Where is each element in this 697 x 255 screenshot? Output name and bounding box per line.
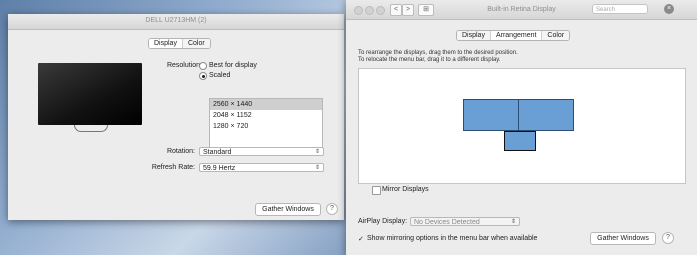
airplay-label: AirPlay Display: — [358, 218, 408, 225]
instruction-text: To relocate the menu bar, drag it to a d… — [358, 57, 501, 63]
resolution-item[interactable]: 2560 × 1440 — [210, 99, 322, 110]
window-title: DELL U2713HM (2) — [145, 17, 207, 24]
display-preferences-window-retina: < > ⊞ Built-in Retina Display Search × D… — [346, 0, 697, 255]
titlebar[interactable]: DELL U2713HM (2) — [8, 14, 344, 30]
clear-icon[interactable]: × — [664, 4, 674, 14]
monitor-stand — [74, 125, 108, 132]
scaled-label: Scaled — [209, 72, 231, 79]
display-thumbnail-right[interactable] — [518, 99, 574, 131]
help-button[interactable]: ? — [662, 232, 674, 244]
tab-arrangement[interactable]: Arrangement — [489, 31, 542, 40]
arrangement-area — [358, 68, 686, 184]
search-input[interactable]: Search — [592, 4, 648, 14]
rotation-label: Rotation: — [166, 148, 195, 155]
tab-color[interactable]: Color — [541, 31, 570, 40]
airplay-value: No Devices Detected — [414, 219, 480, 226]
resolution-item[interactable]: 1280 × 720 — [210, 121, 322, 132]
tab-bar: Display Color — [148, 38, 211, 49]
radio-scaled[interactable] — [199, 72, 207, 80]
gather-windows-button[interactable]: Gather Windows — [255, 203, 321, 216]
resolution-list[interactable]: 2560 × 1440 2048 × 1152 1280 × 720 — [209, 98, 323, 154]
refresh-rate-select[interactable]: 59.9 Hertz ⇕ — [199, 163, 324, 172]
instruction-text: To rearrange the displays, drag them to … — [358, 50, 518, 56]
airplay-select[interactable]: No Devices Detected ⇕ — [410, 217, 520, 226]
mirror-displays-label: Mirror Displays — [382, 186, 429, 193]
monitor-image — [38, 63, 142, 125]
tab-bar: Display Arrangement Color — [456, 30, 571, 41]
show-mirroring-label: Show mirroring options in the menu bar w… — [367, 235, 538, 242]
resolution-label: Resolution: — [166, 62, 202, 69]
resolution-item[interactable]: 2048 × 1152 — [210, 110, 322, 121]
display-thumbnail-built-in[interactable] — [504, 131, 536, 151]
popup-arrows-icon: ⇕ — [314, 165, 320, 171]
popup-arrows-icon: ⇕ — [510, 219, 516, 225]
checkmark-icon[interactable]: ✓ — [358, 235, 364, 243]
tab-display[interactable]: Display — [457, 31, 490, 40]
popup-arrows-icon: ⇕ — [314, 149, 320, 155]
rotation-select[interactable]: Standard ⇕ — [199, 147, 324, 156]
tab-display[interactable]: Display — [149, 39, 182, 48]
display-thumbnail-left[interactable] — [463, 99, 519, 131]
mirror-displays-checkbox[interactable] — [372, 186, 381, 195]
display-preferences-window-dell: DELL U2713HM (2) Display Color Resolutio… — [8, 14, 344, 220]
gather-windows-button[interactable]: Gather Windows — [590, 232, 656, 245]
refresh-rate-label: Refresh Rate: — [151, 164, 195, 171]
help-button[interactable]: ? — [326, 203, 338, 215]
best-for-display-label: Best for display — [209, 62, 257, 69]
radio-best-for-display[interactable] — [199, 62, 207, 70]
tab-color[interactable]: Color — [181, 39, 210, 48]
rotation-value: Standard — [203, 149, 232, 156]
titlebar[interactable]: < > ⊞ Built-in Retina Display Search × — [346, 0, 697, 20]
refresh-rate-value: 59.9 Hertz — [203, 165, 236, 172]
